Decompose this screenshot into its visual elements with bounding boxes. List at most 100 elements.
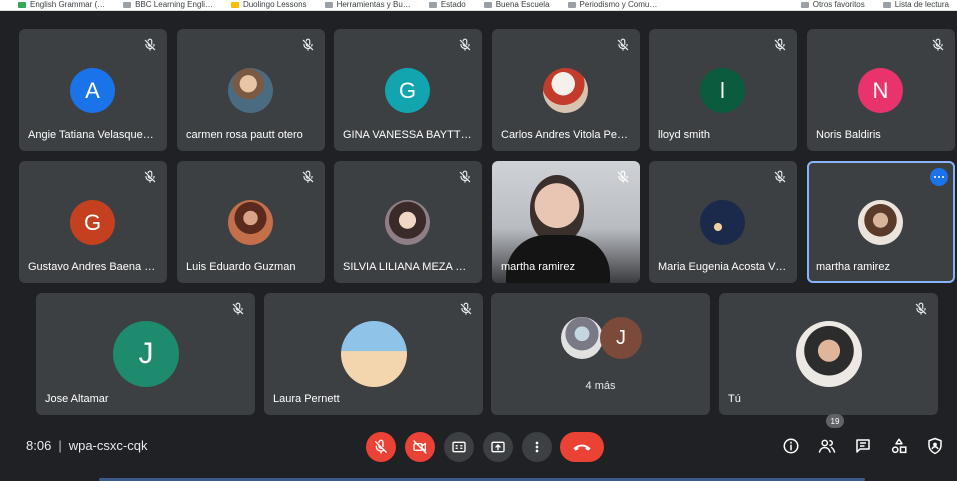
mic-off-icon xyxy=(617,170,629,183)
chat-icon xyxy=(856,439,870,453)
bookmark-item[interactable]: Estado xyxy=(428,1,466,9)
bookmark-item[interactable]: English Grammar (… xyxy=(18,1,105,9)
participant-name: Maria Eugenia Acosta Vil… xyxy=(658,261,787,273)
captions-button[interactable] xyxy=(444,432,474,462)
participant-tile[interactable]: N Noris Baldiris xyxy=(807,29,955,151)
chat-button[interactable] xyxy=(851,434,875,458)
activities-button[interactable] xyxy=(887,434,911,458)
participant-tile[interactable]: carmen rosa pautt otero xyxy=(177,29,325,151)
avatar-photo xyxy=(341,321,407,387)
participant-name: Carlos Andres Vitola Per… xyxy=(501,129,630,141)
bookmark-item[interactable]: Herramientas y Bu… xyxy=(324,0,411,9)
participant-tile[interactable]: Maria Eugenia Acosta Vil… xyxy=(649,161,797,283)
bookmark-label: Herramientas y Bu… xyxy=(336,0,411,9)
participant-tile[interactable]: Laura Pernett xyxy=(264,293,483,415)
camera-off-icon xyxy=(413,440,427,454)
bookmark-label: BBC Learning Engli… xyxy=(135,0,213,9)
participant-name: Angie Tatiana Velasquez … xyxy=(28,129,157,141)
bookmark-label: Periodismo y Comu… xyxy=(579,0,658,9)
mic-off-icon xyxy=(375,439,387,454)
present-button[interactable] xyxy=(483,432,513,462)
participant-tile[interactable]: l lloyd smith xyxy=(649,29,797,151)
mic-off-icon xyxy=(932,38,944,51)
mic-off-icon xyxy=(774,170,786,183)
participant-tile[interactable]: Luis Eduardo Guzman xyxy=(177,161,325,283)
participants-count-badge: 19 xyxy=(826,414,844,428)
avatar-photo xyxy=(385,200,430,245)
meeting-details-button[interactable] xyxy=(779,434,803,458)
avatar-photo xyxy=(228,68,273,113)
camera-toggle-button[interactable] xyxy=(405,432,435,462)
people-button[interactable] xyxy=(815,434,839,458)
participant-tile[interactable]: G GINA VANESSA BAYTTE… xyxy=(334,29,482,151)
avatar-photo xyxy=(543,68,588,113)
captions-icon xyxy=(452,441,466,453)
bookmark-item[interactable]: BBC Learning Engli… xyxy=(123,1,213,9)
mic-off-icon xyxy=(459,170,471,183)
host-controls-button[interactable] xyxy=(923,434,947,458)
bookmark-label: Buena Escuela xyxy=(495,0,550,9)
avatar: G xyxy=(70,200,115,245)
participant-tile[interactable]: G Gustavo Andres Baena … xyxy=(19,161,167,283)
folder-icon xyxy=(567,2,576,8)
mic-off-icon xyxy=(459,38,471,51)
mic-off-icon xyxy=(460,302,472,315)
avatar: N xyxy=(858,68,903,113)
more-participants-tile[interactable]: J 4 más xyxy=(491,293,710,415)
participant-tile[interactable]: Carlos Andres Vitola Per… xyxy=(492,29,640,151)
participant-tile[interactable]: A Angie Tatiana Velasquez … xyxy=(19,29,167,151)
participant-name: martha ramirez xyxy=(501,261,575,273)
mic-off-icon xyxy=(144,170,156,183)
avatar-photo xyxy=(796,321,862,387)
avatar: l xyxy=(700,68,745,113)
more-options-icon[interactable] xyxy=(930,168,948,186)
mic-off-icon xyxy=(617,38,629,51)
more-participants-label: 4 más xyxy=(585,380,616,392)
participant-name: Luis Eduardo Guzman xyxy=(186,261,296,273)
mic-off-icon xyxy=(302,170,314,183)
bookmark-label: Otros favoritos xyxy=(812,0,865,9)
folder-icon xyxy=(483,2,492,8)
reading-list-icon xyxy=(882,2,891,8)
participant-name: GINA VANESSA BAYTTE… xyxy=(343,129,472,141)
participant-name: lloyd smith xyxy=(658,129,710,141)
leave-call-button[interactable] xyxy=(560,432,604,462)
participant-tile[interactable]: J Jose Altamar xyxy=(36,293,255,415)
participant-name: Jose Altamar xyxy=(45,393,109,405)
mic-off-icon xyxy=(232,302,244,315)
avatar: J xyxy=(113,321,179,387)
participant-name: Gustavo Andres Baena … xyxy=(28,261,156,273)
participant-name: Laura Pernett xyxy=(273,393,340,405)
activities-icon xyxy=(891,438,907,454)
avatar-photo xyxy=(561,317,603,359)
avatar: J xyxy=(600,317,642,359)
participant-name: martha ramirez xyxy=(816,261,890,273)
self-tile[interactable]: Tú xyxy=(719,293,938,415)
folder-icon xyxy=(428,2,437,8)
folder-icon xyxy=(800,2,809,8)
call-end-icon xyxy=(573,444,591,451)
meeting-code: wpa-csxc-cqk xyxy=(68,438,148,453)
avatar: G xyxy=(385,68,430,113)
participant-video-tile[interactable]: martha ramirez xyxy=(492,161,640,283)
meeting-details: 8:06 | wpa-csxc-cqk xyxy=(26,438,147,453)
bookmark-item[interactable]: Periodismo y Comu… xyxy=(567,0,658,9)
present-icon xyxy=(491,441,505,453)
bookmark-reading-list[interactable]: Lista de lectura xyxy=(882,1,949,9)
mic-off-icon xyxy=(144,38,156,51)
mic-toggle-button[interactable] xyxy=(366,432,396,462)
participant-name: SILVIA LILIANA MEZA D… xyxy=(343,261,472,273)
folder-icon xyxy=(324,2,333,8)
avatar-photo xyxy=(700,200,745,245)
meeting-time: 8:06 xyxy=(26,438,52,453)
avatar-photo xyxy=(858,200,903,245)
video-person xyxy=(530,175,584,243)
participant-tile-selected[interactable]: martha ramirez xyxy=(807,161,955,283)
bookmark-item[interactable]: Buena Escuela xyxy=(483,0,550,9)
more-options-button[interactable] xyxy=(522,432,552,462)
bookmark-other-favorites[interactable]: Otros favoritos xyxy=(800,0,865,9)
participant-name: carmen rosa pautt otero xyxy=(186,129,303,141)
participant-tile[interactable]: SILVIA LILIANA MEZA D… xyxy=(334,161,482,283)
bookmark-item[interactable]: Duolingo Lessons xyxy=(230,1,307,9)
mic-off-icon xyxy=(774,38,786,51)
